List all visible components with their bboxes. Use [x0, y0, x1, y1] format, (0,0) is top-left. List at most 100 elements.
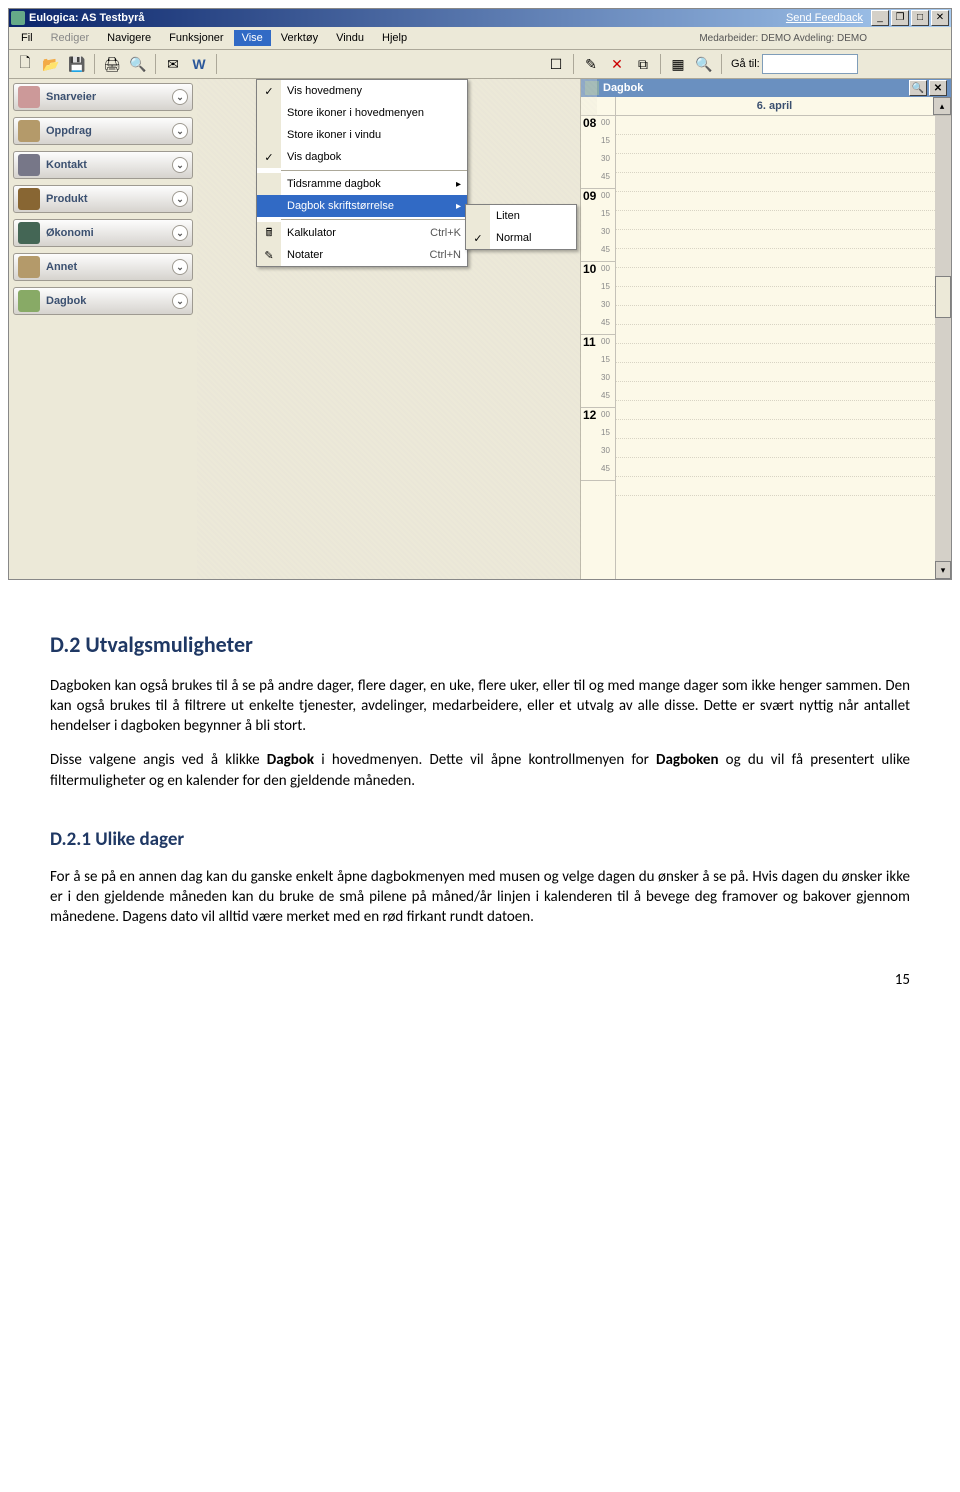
chevron-down-icon: ⌄: [172, 293, 188, 309]
menu-item-vis-dagbok[interactable]: ✓ Vis dagbok: [257, 146, 467, 168]
app-icon: [11, 11, 25, 25]
search-icon[interactable]: 🔍: [692, 52, 716, 76]
menu-item-vis-hovedmeny[interactable]: ✓ Vis hovedmeny: [257, 80, 467, 102]
contact-icon: [18, 154, 40, 176]
scroll-up-button[interactable]: ▴: [933, 97, 951, 115]
menu-verktoy[interactable]: Verktøy: [273, 30, 326, 46]
diary-icon: [18, 290, 40, 312]
submenu-item-normal[interactable]: ✓ Normal: [466, 227, 576, 249]
sidebar-item-produkt[interactable]: Produkt ⌄: [13, 185, 193, 213]
paragraph: For å se på en annen dag kan du ganske e…: [50, 867, 910, 928]
sidebar-item-annet[interactable]: Annet ⌄: [13, 253, 193, 281]
menu-item-dagbok-skriftstorrelse[interactable]: Dagbok skriftstørrelse ▸: [257, 195, 467, 217]
delete-icon[interactable]: ✕: [605, 52, 629, 76]
status-user-info: Medarbeider: DEMO Avdeling: DEMO: [699, 33, 947, 44]
menu-funksjoner[interactable]: Funksjoner: [161, 30, 231, 46]
menu-item-notater[interactable]: ✎ Notater Ctrl+N: [257, 244, 467, 266]
sidebar-item-oppdrag[interactable]: Oppdrag ⌄: [13, 117, 193, 145]
folder-icon: [18, 120, 40, 142]
close-button[interactable]: ✕: [931, 10, 949, 26]
sidebar-item-label: Annet: [46, 261, 77, 273]
sidebar-item-okonomi[interactable]: Økonomi ⌄: [13, 219, 193, 247]
document-body: D.2 Utvalgsmuligheter Dagboken kan også …: [0, 580, 960, 961]
menu-item-tidsramme-dagbok[interactable]: Tidsramme dagbok ▸: [257, 173, 467, 195]
copy-icon[interactable]: ⧉: [631, 52, 655, 76]
check-icon: ✓: [466, 227, 490, 249]
menu-rediger[interactable]: Rediger: [43, 30, 98, 46]
sidebar-item-kontakt[interactable]: Kontakt ⌄: [13, 151, 193, 179]
check-icon: ✓: [257, 80, 281, 102]
hour-label: 12: [583, 408, 596, 422]
app-screenshot: Eulogica: AS Testbyrå Send Feedback _ ❐ …: [8, 8, 952, 580]
check-icon: ✓: [257, 146, 281, 168]
grid-icon[interactable]: ▦: [666, 52, 690, 76]
toolbar: 🗋 📂 💾 🖨 🔍 ✉ W ☐ ✎ ✕ ⧉ ▦ 🔍 Gå til:: [9, 50, 951, 79]
form-icon[interactable]: ☐: [544, 52, 568, 76]
chevron-down-icon: ⌄: [172, 191, 188, 207]
restore-button[interactable]: ❐: [891, 10, 909, 26]
sidebar-item-label: Produkt: [46, 193, 88, 205]
titlebar: Eulogica: AS Testbyrå Send Feedback _ ❐ …: [9, 9, 951, 27]
goto-input[interactable]: [762, 54, 858, 74]
time-scale: 08 00 15 30 45 09 00 15 30 45 10 00 15: [581, 116, 616, 579]
menu-vise[interactable]: Vise: [234, 30, 271, 46]
word-icon[interactable]: W: [187, 52, 211, 76]
sidebar-item-label: Snarveier: [46, 91, 96, 103]
window-title: Eulogica: AS Testbyrå: [29, 12, 145, 24]
search-icon[interactable]: 🔍: [909, 80, 927, 96]
page-number: 15: [0, 961, 960, 1009]
menu-vindu[interactable]: Vindu: [328, 30, 372, 46]
submenu-item-liten[interactable]: Liten: [466, 205, 576, 227]
workarea: Snarveier ⌄ Oppdrag ⌄ Kontakt ⌄ Produkt …: [9, 79, 951, 579]
send-feedback-link[interactable]: Send Feedback: [786, 12, 863, 24]
shortcut-icon: [18, 86, 40, 108]
dagbok-title: Dagbok: [603, 82, 643, 94]
calendar-grid[interactable]: 08 00 15 30 45 09 00 15 30 45 10 00 15: [581, 116, 951, 579]
economy-icon: [18, 222, 40, 244]
preview-icon[interactable]: 🔍: [126, 52, 150, 76]
dagbok-header: Dagbok 🔍 ✕: [581, 79, 951, 97]
heading-d21: D.2.1 Ulike dager: [50, 827, 910, 853]
mail-icon[interactable]: ✉: [161, 52, 185, 76]
hour-label: 11: [583, 335, 596, 349]
hour-label: 09: [583, 189, 596, 203]
menu-hjelp[interactable]: Hjelp: [374, 30, 415, 46]
menu-item-store-ikoner-hovedmeny[interactable]: Store ikoner i hovedmenyen: [257, 102, 467, 124]
minimize-button[interactable]: _: [871, 10, 889, 26]
calendar-body[interactable]: [616, 116, 935, 579]
menu-item-kalkulator[interactable]: 🖩 Kalkulator Ctrl+K: [257, 222, 467, 244]
chevron-down-icon: ⌄: [172, 123, 188, 139]
date-bar: 6. april ▴: [581, 97, 951, 116]
save-icon[interactable]: 💾: [65, 52, 89, 76]
chevron-down-icon: ⌄: [172, 89, 188, 105]
close-pane-button[interactable]: ✕: [929, 80, 947, 96]
other-icon: [18, 256, 40, 278]
maximize-button[interactable]: □: [911, 10, 929, 26]
menu-navigere[interactable]: Navigere: [99, 30, 159, 46]
open-icon[interactable]: 📂: [39, 52, 63, 76]
submenu-arrow-icon: ▸: [456, 179, 461, 190]
goto-label: Gå til:: [731, 58, 760, 70]
current-date: 6. april: [616, 100, 933, 112]
sidebar-item-snarveier[interactable]: Snarveier ⌄: [13, 83, 193, 111]
new-icon[interactable]: 🗋: [13, 52, 37, 76]
notes-icon: ✎: [257, 244, 281, 266]
menu-item-store-ikoner-vindu[interactable]: Store ikoner i vindu: [257, 124, 467, 146]
menu-fil[interactable]: Fil: [13, 30, 41, 46]
scrollbar-thumb[interactable]: [935, 276, 951, 318]
sidebar: Snarveier ⌄ Oppdrag ⌄ Kontakt ⌄ Produkt …: [9, 79, 197, 579]
calculator-icon: 🖩: [257, 222, 281, 244]
edit-icon[interactable]: ✎: [579, 52, 603, 76]
scroll-down-button[interactable]: ▾: [935, 561, 951, 579]
chevron-down-icon: ⌄: [172, 157, 188, 173]
sidebar-item-dagbok[interactable]: Dagbok ⌄: [13, 287, 193, 315]
paragraph: Dagboken kan også brukes til å se på and…: [50, 676, 910, 737]
submenu-arrow-icon: ▸: [456, 201, 461, 212]
print-icon[interactable]: 🖨: [100, 52, 124, 76]
sidebar-item-label: Oppdrag: [46, 125, 92, 137]
skriftstorrelse-submenu: Liten ✓ Normal: [465, 204, 577, 250]
paragraph: Disse valgene angis ved å klikke Dagbok …: [50, 750, 910, 791]
chevron-down-icon: ⌄: [172, 259, 188, 275]
scrollbar[interactable]: ▾: [935, 116, 951, 579]
hour-label: 10: [583, 262, 596, 276]
